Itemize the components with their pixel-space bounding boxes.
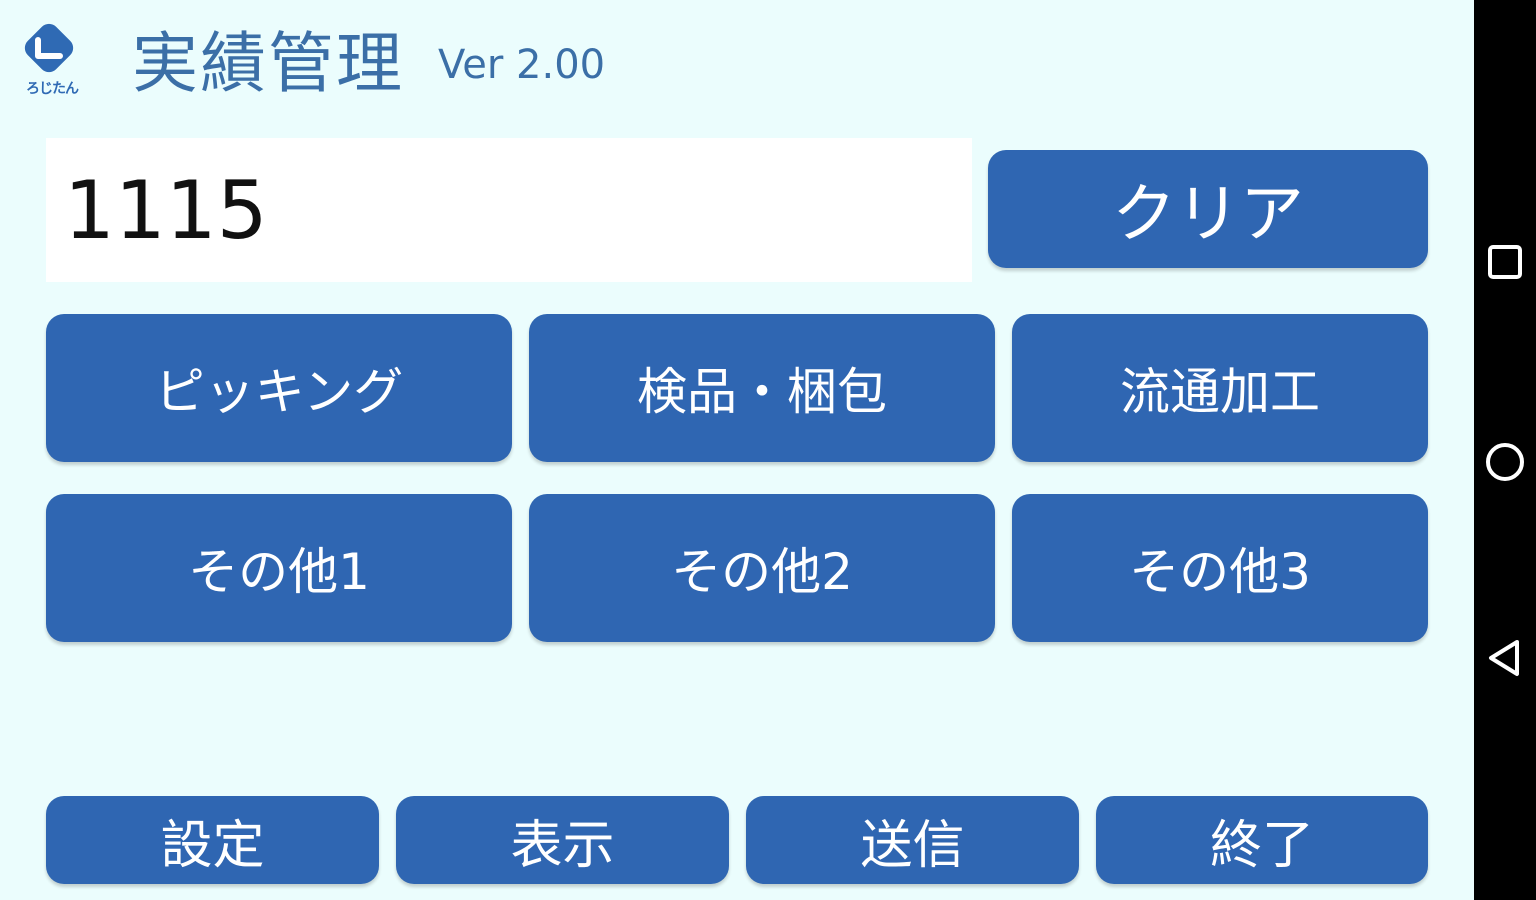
settings-button[interactable]: 設定 bbox=[46, 796, 379, 884]
inspection-packing-button[interactable]: 検品・梱包 bbox=[529, 314, 995, 462]
app-logo: ろじたん bbox=[14, 22, 90, 98]
system-navigation-bar bbox=[1474, 0, 1536, 900]
back-icon bbox=[1489, 640, 1519, 676]
send-button[interactable]: 送信 bbox=[746, 796, 1079, 884]
picking-button[interactable]: ピッキング bbox=[46, 314, 512, 462]
recent-apps-button[interactable] bbox=[1474, 232, 1536, 292]
other1-button[interactable]: その他1 bbox=[46, 494, 512, 642]
version-label: Ver 2.00 bbox=[438, 42, 606, 88]
code-input-field[interactable]: 1115 bbox=[46, 138, 972, 282]
logo-mark-icon bbox=[24, 23, 74, 73]
display-button[interactable]: 表示 bbox=[396, 796, 729, 884]
home-button[interactable] bbox=[1474, 432, 1536, 492]
logo-caption: ろじたん bbox=[26, 81, 79, 97]
home-icon bbox=[1486, 443, 1524, 481]
other2-button[interactable]: その他2 bbox=[529, 494, 995, 642]
app-screen: ろじたん 実績管理 Ver 2.00 1115 クリア ピッキング 検品・梱包 … bbox=[0, 0, 1474, 900]
app-title: 実績管理 bbox=[132, 25, 404, 102]
clear-button[interactable]: クリア bbox=[988, 150, 1428, 268]
exit-button[interactable]: 終了 bbox=[1096, 796, 1428, 884]
recent-apps-icon bbox=[1488, 245, 1522, 279]
distribution-processing-button[interactable]: 流通加工 bbox=[1012, 314, 1428, 462]
back-button[interactable] bbox=[1474, 628, 1536, 688]
other3-button[interactable]: その他3 bbox=[1012, 494, 1428, 642]
